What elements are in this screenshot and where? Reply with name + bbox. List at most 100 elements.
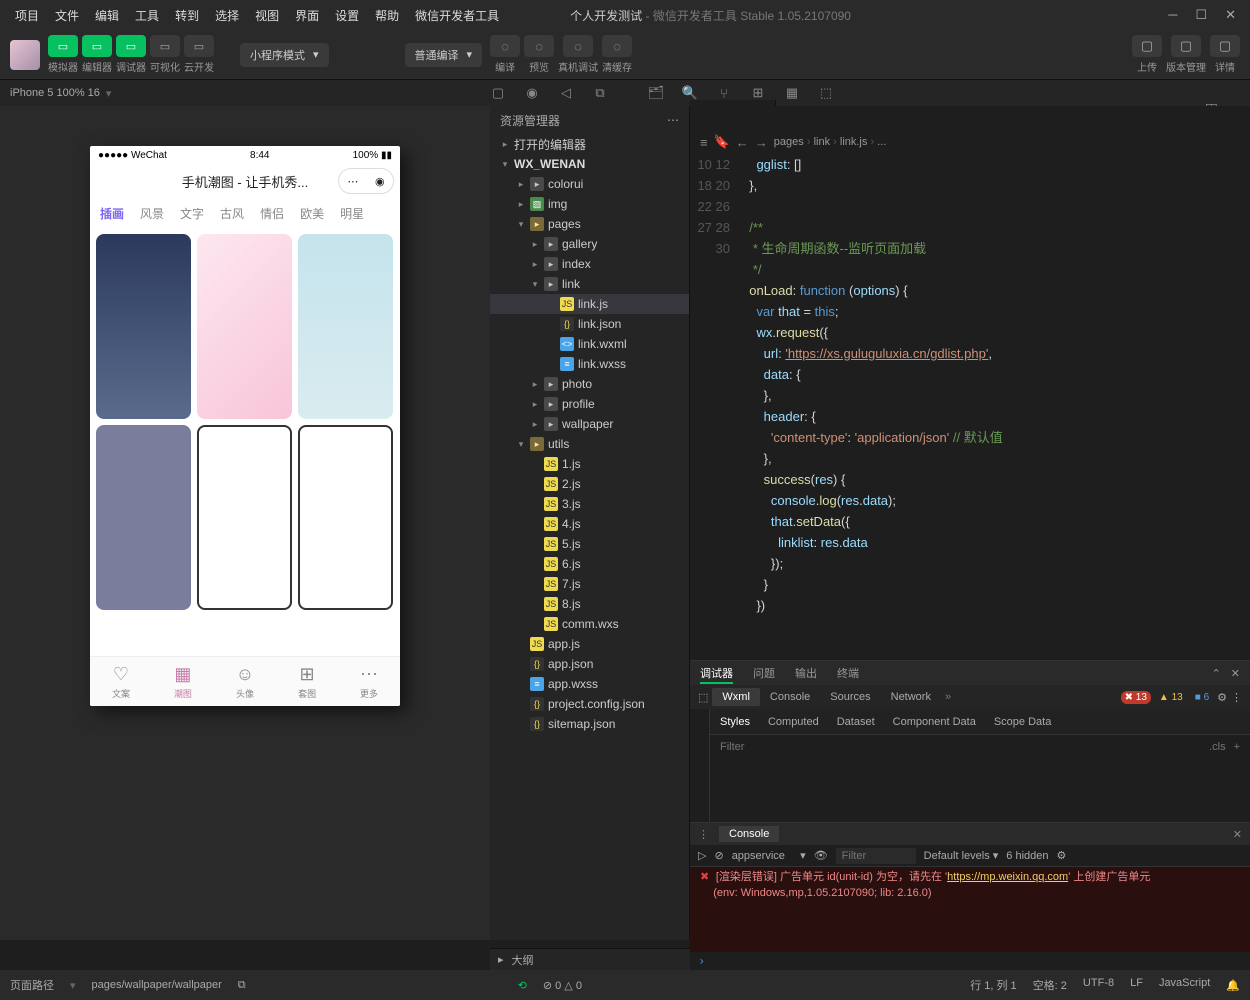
phone-tab[interactable]: 文字 (180, 205, 204, 222)
breadcrumb-item[interactable]: link.js (840, 136, 868, 148)
menu-item[interactable]: 文件 (48, 3, 86, 28)
breadcrumb-item[interactable]: link (814, 136, 831, 148)
info-count[interactable]: ■ 6 (1191, 691, 1213, 704)
wallpaper-tile[interactable] (298, 425, 393, 610)
tree-item[interactable]: JS5.js (490, 534, 689, 554)
toolbar-button[interactable]: ◌ (602, 35, 632, 57)
debugger-title-tab[interactable]: 输出 (795, 668, 817, 680)
menu-item[interactable]: 选择 (208, 3, 246, 28)
tree-item[interactable]: {}project.config.json (490, 694, 689, 714)
capsule-button[interactable]: ⋯◉ (338, 168, 394, 194)
dock-icon[interactable]: ⋮ (1231, 691, 1242, 704)
phone-tab[interactable]: 明星 (340, 205, 364, 222)
bell-icon[interactable]: 🔔 (1226, 979, 1240, 992)
page-path[interactable]: pages/wallpaper/wallpaper (92, 979, 222, 991)
tree-item[interactable]: ▸▸wallpaper (490, 414, 689, 434)
menu-item[interactable]: 视图 (248, 3, 286, 28)
tree-item[interactable]: {}app.json (490, 654, 689, 674)
debugger-title-tab[interactable]: 终端 (837, 668, 859, 680)
tree-item[interactable]: JS3.js (490, 494, 689, 514)
collapse-icon[interactable]: ⌃ (1212, 667, 1221, 680)
back-icon[interactable]: ← (736, 135, 749, 150)
tree-item[interactable]: ≡link.wxss (490, 354, 689, 374)
devtool-tab[interactable]: Sources (820, 688, 880, 706)
tree-item[interactable]: ▸打开的编辑器 (490, 134, 689, 154)
filter-input[interactable] (720, 741, 1201, 753)
breadcrumb-item[interactable]: pages (774, 136, 804, 148)
tabbar-item[interactable]: ⊞套图 (298, 664, 316, 700)
menu-item[interactable]: 帮助 (368, 3, 406, 28)
tabbar-item[interactable]: ⋯更多 (360, 664, 378, 700)
wallpaper-tile[interactable] (197, 425, 292, 610)
eye-icon[interactable]: 👁 (814, 849, 828, 862)
diagnostic-count[interactable]: ⊘ 0 △ 0 (543, 979, 582, 992)
levels-select[interactable]: Default levels ▾ (924, 849, 999, 862)
phone-tab[interactable]: 古风 (220, 205, 244, 222)
tree-item[interactable]: JSapp.js (490, 634, 689, 654)
console-prompt[interactable]: › (690, 952, 1250, 970)
wallpaper-tile[interactable] (298, 234, 393, 419)
expand-icon[interactable]: » (945, 691, 951, 703)
add-icon[interactable]: + (1234, 741, 1240, 753)
menu-item[interactable]: 设置 (328, 3, 366, 28)
device-icon[interactable]: ▢ (490, 85, 506, 101)
compile-select[interactable]: 普通编译▾ (405, 43, 483, 67)
breadcrumb-item[interactable]: ... (877, 136, 886, 148)
tree-item[interactable]: JSlink.js (490, 294, 689, 314)
phone-tab[interactable]: 情侣 (260, 205, 284, 222)
clear-icon[interactable]: ⊘ (714, 849, 723, 862)
tree-item[interactable]: ▸▸photo (490, 374, 689, 394)
toolbar-button[interactable]: ▭ (116, 35, 146, 57)
devtool-tab[interactable]: Wxml (712, 688, 760, 706)
close-icon[interactable]: ✕ (1225, 7, 1236, 23)
toolbar-button[interactable]: ◌ (524, 35, 554, 57)
phone-tab[interactable]: 插画 (100, 205, 124, 222)
record-icon[interactable]: ◉ (524, 85, 540, 101)
styles-tab[interactable]: Scope Data (994, 716, 1051, 728)
wallpaper-tile[interactable] (96, 425, 191, 610)
warning-count[interactable]: ▲ 13 (1155, 691, 1187, 704)
debug-icon[interactable]: ⊞ (750, 85, 766, 101)
cls-toggle[interactable]: .cls (1209, 741, 1226, 753)
outline-bar[interactable]: ▸大纲 (490, 948, 690, 970)
tree-item[interactable]: ▾▸link (490, 274, 689, 294)
tree-item[interactable]: {}sitemap.json (490, 714, 689, 734)
inspect-icon[interactable]: ⬚ (698, 691, 708, 704)
status-item[interactable]: 空格: 2 (1033, 977, 1067, 993)
menu-item[interactable]: 微信开发者工具 (408, 3, 506, 28)
devtool-tab[interactable]: Console (760, 688, 820, 706)
context-select[interactable]: appservice ▾ (732, 849, 806, 862)
menu-item[interactable]: 项目 (8, 3, 46, 28)
forward-icon[interactable]: → (755, 135, 768, 150)
debugger-title-tab[interactable]: 调试器 (700, 668, 733, 684)
toolbar-button[interactable]: ▢ (1132, 35, 1162, 57)
tree-item[interactable]: ≡app.wxss (490, 674, 689, 694)
minimize-icon[interactable]: ─ (1168, 7, 1177, 23)
tabbar-item[interactable]: ♡文案 (112, 664, 130, 700)
toolbar-button[interactable]: ◌ (490, 35, 520, 57)
styles-tab[interactable]: Dataset (837, 716, 875, 728)
mute-icon[interactable]: ◁ (558, 85, 574, 101)
toolbar-button[interactable]: ▭ (150, 35, 180, 57)
styles-tab[interactable]: Computed (768, 716, 819, 728)
error-count[interactable]: ✖ 13 (1121, 691, 1151, 704)
tabbar-item[interactable]: ☺头像 (236, 664, 254, 700)
tree-item[interactable]: JScomm.wxs (490, 614, 689, 634)
console-tab[interactable]: Console (719, 826, 779, 842)
toolbar-button[interactable]: ▢ (1210, 35, 1240, 57)
tree-item[interactable]: JS7.js (490, 574, 689, 594)
device-select[interactable]: iPhone 5 100% 16 (10, 87, 100, 99)
maximize-icon[interactable]: ☐ (1195, 7, 1207, 23)
tree-item[interactable]: ▾▸pages (490, 214, 689, 234)
menu-item[interactable]: 工具 (128, 3, 166, 28)
console-filter[interactable] (836, 848, 916, 864)
menu-item[interactable]: 编辑 (88, 3, 126, 28)
tree-item[interactable]: ▸▸gallery (490, 234, 689, 254)
wallpaper-tile[interactable] (197, 234, 292, 419)
menu-item[interactable]: 转到 (168, 3, 206, 28)
tree-item[interactable]: JS8.js (490, 594, 689, 614)
tree-item[interactable]: ▸▸profile (490, 394, 689, 414)
plugin-icon[interactable]: ⬚ (818, 85, 834, 101)
toolbar-button[interactable]: ▭ (48, 35, 78, 57)
styles-tab[interactable]: Styles (720, 716, 750, 728)
